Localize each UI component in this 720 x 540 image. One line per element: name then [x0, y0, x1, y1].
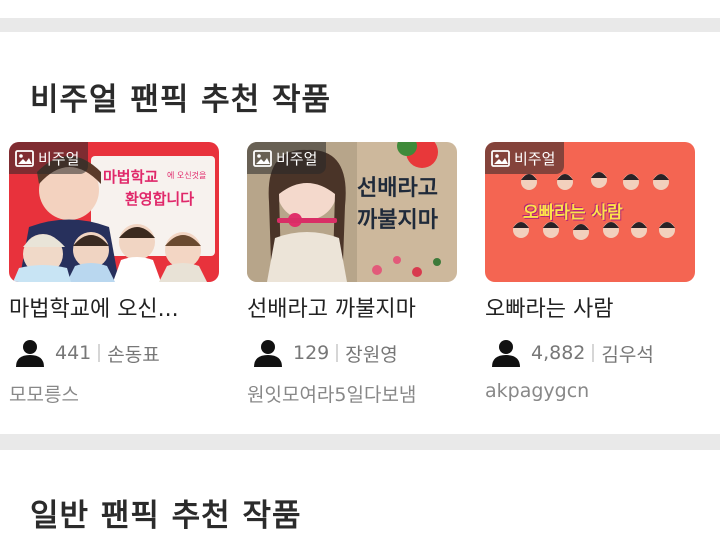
person-icon [16, 340, 44, 367]
person-icon [492, 340, 520, 367]
writer-name[interactable]: 모모릉스 [9, 380, 229, 407]
card-meta: 4,882 김우석 [485, 340, 705, 367]
card-thumbnail[interactable]: 오빠라는 사람 비주얼 [485, 142, 695, 282]
thumb-title: 오빠라는 사람 [523, 203, 623, 223]
card-thumbnail[interactable]: 마법학교 에 오신것을 환영합니다 비주얼 [9, 142, 219, 282]
thumb-title-3: 환영합니다 [125, 190, 195, 208]
view-count: 4,882 [531, 342, 586, 364]
author-name[interactable]: 손동표 [107, 340, 159, 367]
author-name[interactable]: 김우석 [601, 340, 653, 367]
thumb-title-2: 에 오신것을 [167, 171, 207, 180]
writer-name[interactable]: akpagygcn [485, 380, 705, 402]
badge-label: 비주얼 [276, 149, 318, 168]
card-title[interactable]: 선배라고 까불지마 [247, 296, 457, 324]
thumb-title-2: 까불지마 [357, 208, 438, 233]
card-meta: 441 손동표 [9, 340, 229, 367]
divider [592, 344, 595, 362]
general-fanfic-section: 일반 팬픽 추천 작품 [0, 450, 720, 540]
visual-badge: 비주얼 [485, 142, 565, 174]
fanfic-card[interactable]: 마법학교 에 오신것을 환영합니다 비주얼 마법학교에 오신... 441 손동… [9, 142, 229, 407]
visual-badge: 비주얼 [9, 142, 89, 174]
divider [336, 344, 339, 362]
section-title: 비주얼 팬픽 추천 작품 [30, 82, 332, 118]
section-title: 일반 팬픽 추천 작품 [30, 498, 302, 534]
card-title[interactable]: 오빠라는 사람 [485, 296, 695, 324]
thumb-title-1: 선배라고 [357, 176, 438, 201]
writer-name[interactable]: 원잇모여라5일다보냄 [247, 380, 467, 407]
image-icon [253, 149, 272, 167]
badge-label: 비주얼 [514, 149, 556, 168]
top-bar [0, 0, 720, 18]
view-count: 129 [293, 342, 330, 364]
fanfic-card[interactable]: 오빠라는 사람 비주얼 오빠라는 사람 4,882 김우석 akpagygcn [485, 142, 705, 402]
badge-label: 비주얼 [38, 149, 80, 168]
card-meta: 129 장원영 [247, 340, 467, 367]
image-icon [15, 149, 34, 167]
visual-badge: 비주얼 [247, 142, 327, 174]
visual-fanfic-section: 비주얼 팬픽 추천 작품 마법학교 에 오신것을 환영합니다 비주얼 마법학교에… [0, 32, 720, 434]
card-thumbnail[interactable]: 선배라고 까불지마 비주얼 [247, 142, 457, 282]
person-icon [254, 340, 282, 367]
image-icon [491, 149, 510, 167]
author-name[interactable]: 장원영 [345, 340, 397, 367]
view-count: 441 [55, 342, 92, 364]
thumb-title-1: 마법학교 [103, 168, 159, 186]
fanfic-card[interactable]: 선배라고 까불지마 비주얼 선배라고 까불지마 129 장원영 원잇모여라5일다… [247, 142, 467, 407]
divider [98, 344, 101, 362]
card-title[interactable]: 마법학교에 오신... [9, 296, 219, 324]
